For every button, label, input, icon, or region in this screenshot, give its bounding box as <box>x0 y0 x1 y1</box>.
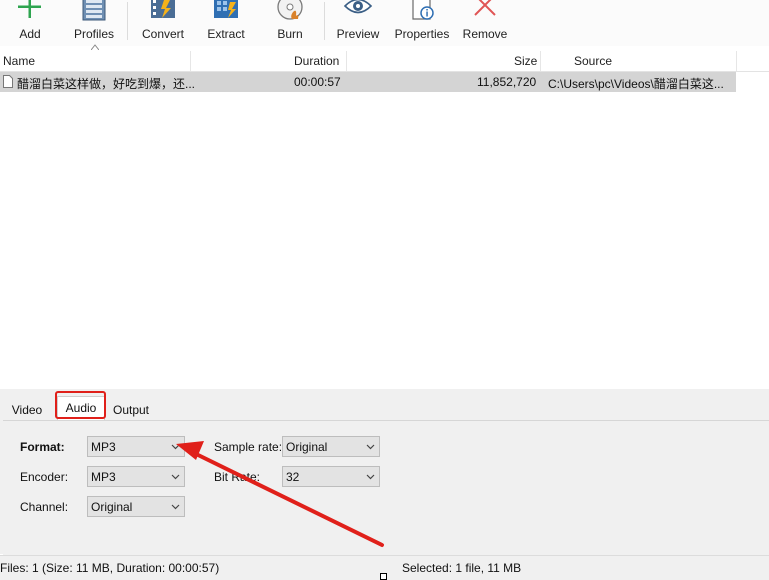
convert-icon <box>151 0 175 18</box>
file-list-area[interactable] <box>0 71 769 389</box>
remove-button[interactable]: Remove <box>460 0 510 46</box>
tab-output[interactable]: Output <box>107 400 155 420</box>
convert-button[interactable]: Convert <box>138 0 188 46</box>
file-icon <box>3 75 13 88</box>
chevron-down-icon <box>171 474 180 480</box>
burn-button[interactable]: Burn <box>270 0 310 46</box>
bit-rate-select[interactable]: 32 <box>282 466 380 487</box>
chevron-down-icon <box>366 444 375 450</box>
remove-x-icon <box>474 0 496 16</box>
properties-button[interactable]: Properties <box>392 0 452 46</box>
encoder-select[interactable]: MP3 <box>87 466 185 487</box>
tab-video[interactable]: Video <box>5 400 49 420</box>
properties-icon <box>412 0 434 20</box>
row-size: 11,852,720 <box>477 75 537 89</box>
column-name-header[interactable]: Name <box>3 54 35 68</box>
toolbar-separator <box>127 2 128 40</box>
extract-button[interactable]: Extract <box>204 0 248 46</box>
status-selected-info: Selected: 1 file, 11 MB <box>402 561 522 575</box>
column-divider[interactable] <box>540 51 541 71</box>
chevron-down-icon <box>171 444 180 450</box>
eye-icon <box>343 0 373 14</box>
column-source-header[interactable]: Source <box>574 54 612 68</box>
column-duration-header[interactable]: Duration <box>294 54 339 68</box>
column-divider[interactable] <box>190 51 191 71</box>
annotation-highlight-box <box>55 391 106 419</box>
plus-icon <box>18 0 41 18</box>
format-select[interactable]: MP3 <box>87 436 185 457</box>
preview-button[interactable]: Preview <box>334 0 382 46</box>
column-divider[interactable] <box>736 51 737 71</box>
sample-rate-label: Sample rate: <box>214 440 283 454</box>
profiles-icon <box>82 0 106 21</box>
chevron-down-icon <box>366 474 375 480</box>
add-button[interactable]: Add <box>10 0 50 46</box>
sample-rate-select[interactable]: Original <box>282 436 380 457</box>
toolbar: Add Profiles Convert Extract Burn Previe… <box>0 0 769 46</box>
toolbar-separator <box>324 2 325 40</box>
channel-label: Channel: <box>20 500 69 514</box>
chevron-down-icon <box>171 504 180 510</box>
bit-rate-label: Bit Rate: <box>214 470 261 484</box>
row-duration: 00:00:57 <box>294 75 341 89</box>
profiles-button[interactable]: Profiles <box>70 0 118 46</box>
burn-disc-icon <box>277 0 303 20</box>
format-label: Format: <box>20 440 65 454</box>
column-divider[interactable] <box>346 51 347 71</box>
row-source: C:\Users\pc\Videos\醋溜白菜这... <box>548 77 724 91</box>
table-row[interactable]: 醋溜白菜这样做，好吃到爆，还... 00:00:57 11,852,720 C:… <box>0 72 736 92</box>
row-name: 醋溜白菜这样做，好吃到爆，还... <box>17 77 196 91</box>
status-files-info: Files: 1 (Size: 11 MB, Duration: 00:00:5… <box>0 561 220 575</box>
sort-ascending-icon <box>91 44 99 50</box>
column-size-header[interactable]: Size <box>514 54 537 68</box>
encoder-label: Encoder: <box>20 470 69 484</box>
channel-select[interactable]: Original <box>87 496 185 517</box>
extract-icon <box>214 0 238 18</box>
file-list-header: Name Duration Size Source <box>0 51 769 72</box>
